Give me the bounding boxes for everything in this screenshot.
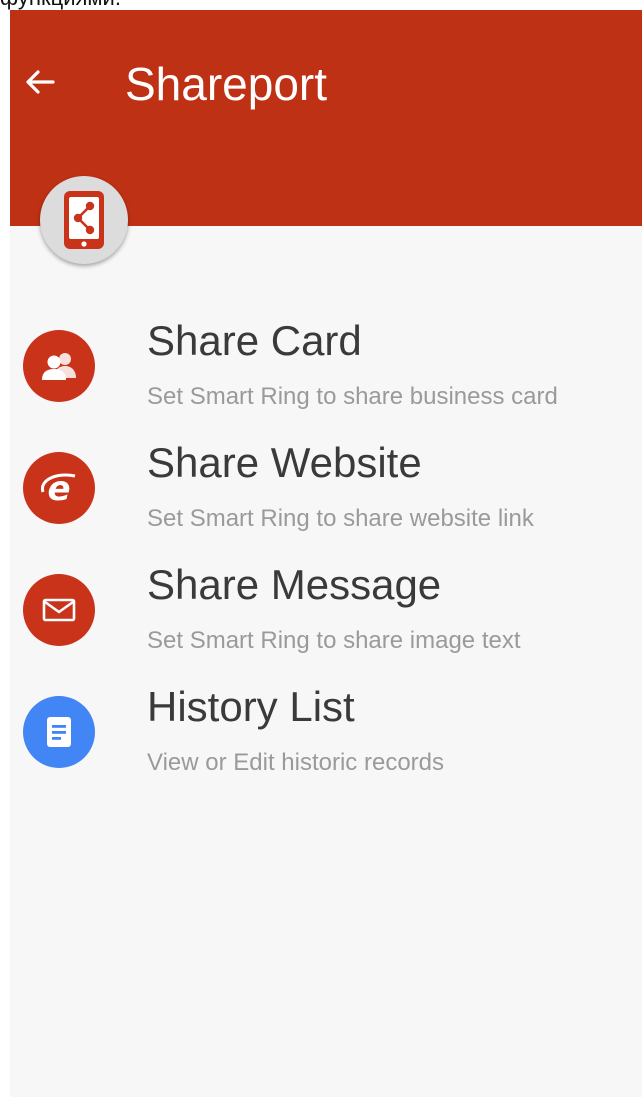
document-icon	[23, 696, 95, 768]
menu-item-title: Share Message	[147, 561, 442, 608]
menu-item-subtitle: Set Smart Ring to share website link	[147, 505, 534, 532]
menu-item-history-list[interactable]: History List View or Edit historic recor…	[10, 672, 642, 788]
arrow-left-icon	[26, 70, 55, 94]
back-button[interactable]	[20, 62, 60, 102]
menu-item-share-card[interactable]: Share Card Set Smart Ring to share busin…	[10, 306, 642, 422]
contacts-icon	[23, 330, 95, 402]
menu-item-share-website[interactable]: e Share Website Set Smart Ring to share …	[10, 428, 642, 544]
phone-share-icon	[64, 191, 104, 249]
menu-item-subtitle: View or Edit historic records	[147, 749, 444, 776]
menu-item-share-message[interactable]: Share Message Set Smart Ring to share im…	[10, 550, 642, 666]
top-caption: функциями.	[0, 0, 642, 10]
menu-item-subtitle: Set Smart Ring to share business card	[147, 383, 558, 410]
internet-explorer-icon: e	[23, 452, 95, 524]
menu-item-title: History List	[147, 683, 355, 730]
menu-item-title: Share Card	[147, 317, 362, 364]
envelope-icon	[23, 574, 95, 646]
app-screen: Shareport Share Card Set Smart Ring to s…	[10, 10, 642, 1097]
menu-item-subtitle: Set Smart Ring to share image text	[147, 627, 521, 654]
shareport-badge	[40, 176, 128, 264]
page-title: Shareport	[125, 58, 328, 110]
menu-item-title: Share Website	[147, 439, 422, 486]
